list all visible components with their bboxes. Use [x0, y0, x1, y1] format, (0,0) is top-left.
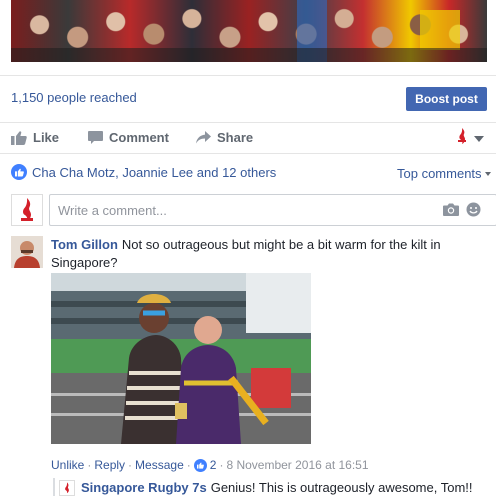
comment-reply: Singapore Rugby 7s Genius! This is outrag…: [53, 478, 489, 496]
people-reached-link[interactable]: 1,150 people reached: [11, 90, 137, 105]
reply-link[interactable]: Reply: [94, 458, 125, 472]
reply-author-link[interactable]: Singapore Rugby 7s: [81, 480, 207, 495]
reactions-summary-text: Cha Cha Motz, Joannie Lee and 12 others: [32, 164, 277, 180]
like-reaction-icon: [193, 458, 207, 472]
post-action-bar: Like Comment Share: [0, 124, 496, 150]
reply-text: Genius! This is outrageously awesome, To…: [210, 480, 473, 495]
singapore-rugby-7s-logo-icon: [456, 128, 468, 149]
comment-body: Tom Gillon Not so outrageous but might be…: [51, 236, 451, 272]
reply-body: Singapore Rugby 7s Genius! This is outrag…: [81, 480, 473, 496]
thumbs-up-icon: [11, 130, 27, 145]
emoji-icon[interactable]: [466, 202, 481, 222]
comment-photo[interactable]: [51, 273, 311, 444]
comment-timestamp[interactable]: 8 November 2016 at 16:51: [226, 458, 368, 472]
separator: ·: [186, 458, 191, 472]
boost-post-button[interactable]: Boost post: [406, 87, 487, 111]
divider: [0, 153, 496, 154]
comment-composer: [11, 194, 496, 226]
unlike-link[interactable]: Unlike: [51, 458, 84, 472]
image-detail: [11, 48, 487, 62]
page-avatar: [11, 194, 43, 226]
share-button[interactable]: Share: [196, 130, 253, 145]
separator: ·: [87, 458, 92, 472]
divider: [0, 75, 496, 76]
comment-sort-dropdown[interactable]: Top comments: [397, 166, 491, 181]
comment-input[interactable]: [49, 194, 496, 226]
like-label: Like: [33, 130, 60, 145]
share-label: Share: [217, 130, 254, 145]
comment-author-link[interactable]: Tom Gillon: [51, 237, 118, 252]
page-avatar[interactable]: [59, 480, 75, 496]
comment-label: Comment: [109, 130, 169, 145]
comment-sort-label: Top comments: [397, 166, 482, 181]
divider: [0, 122, 496, 123]
chevron-down-icon: [484, 171, 491, 176]
avatar[interactable]: [11, 236, 43, 268]
speech-bubble-icon: [88, 130, 103, 145]
reactions-summary[interactable]: Cha Cha Motz, Joannie Lee and 12 others: [11, 164, 276, 180]
separator: ·: [128, 458, 133, 472]
share-arrow-icon: [196, 131, 211, 144]
like-button[interactable]: Like: [11, 130, 59, 145]
like-reaction-icon: [11, 164, 27, 180]
comment-like-count[interactable]: 2: [210, 458, 217, 472]
message-link[interactable]: Message: [135, 458, 184, 472]
comment-button[interactable]: Comment: [88, 130, 169, 145]
separator: ·: [219, 458, 224, 472]
camera-icon[interactable]: [443, 203, 459, 221]
comment-actions: Unlike · Reply · Message · 2 · 8 Novembe…: [51, 458, 369, 472]
image-detail: [420, 10, 461, 50]
post-image[interactable]: [11, 0, 487, 62]
chevron-down-icon: [474, 135, 484, 142]
post-as-page-selector[interactable]: [456, 128, 484, 149]
